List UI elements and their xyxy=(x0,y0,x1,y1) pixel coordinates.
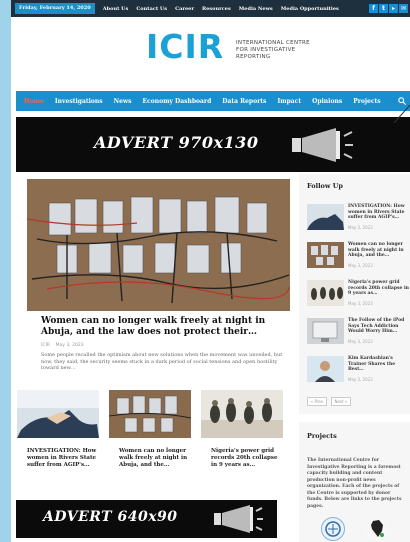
next-button[interactable]: Next » xyxy=(331,397,351,406)
youtube-icon[interactable]: ▸ xyxy=(389,4,398,13)
toplink-media-news[interactable]: Media News xyxy=(239,6,273,12)
card-title[interactable]: Nigeria's power grid records 20th collap… xyxy=(211,448,281,469)
nav-impact[interactable]: Impact xyxy=(277,98,301,105)
prev-button[interactable]: « Prev xyxy=(307,397,327,406)
projects-text: The International Centre for Investigati… xyxy=(307,458,402,509)
sidebar-item-thumbnail xyxy=(307,356,344,382)
nav-projects[interactable]: Projects xyxy=(353,98,380,105)
toplink-resources[interactable]: Resources xyxy=(202,6,231,12)
advert-label: ADVERT 640x90 xyxy=(43,509,178,525)
advert-banner-bottom[interactable]: ADVERT 640x90 xyxy=(16,500,277,538)
sidebar-item[interactable]: INVESTIGATION: How women in Rivers State… xyxy=(307,204,410,234)
sidebar-item-date: May 3, 2023 xyxy=(348,301,373,306)
top-bar: Friday, February 14, 2020 About Us Conta… xyxy=(11,0,410,17)
nav-economy-dashboard[interactable]: Economy Dashboard xyxy=(142,98,211,105)
card-investigation[interactable]: INVESTIGATION: How women in Rivers State… xyxy=(17,390,99,482)
card-image xyxy=(109,390,191,438)
sidebar-item-title[interactable]: Nigeria's power grid records 20th collap… xyxy=(348,280,410,297)
logo-tagline: INTERNATIONAL CENTRE FOR INVESTIGATIVE R… xyxy=(236,40,310,60)
twitter-icon[interactable]: t xyxy=(379,4,388,13)
main-article-title[interactable]: Women can no longer walk freely at night… xyxy=(41,316,291,338)
main-article-image[interactable] xyxy=(27,179,290,311)
main-article-date: May 3, 2023 xyxy=(55,343,84,348)
nav-opinions[interactable]: Opinions xyxy=(312,98,342,105)
advert-banner-top[interactable]: ADVERT 970x130 xyxy=(16,104,410,172)
sidebar-item-thumbnail xyxy=(307,280,344,306)
card-power-grid[interactable]: Nigeria's power grid records 20th collap… xyxy=(201,390,283,482)
sidebar-item-date: May 3, 2023 xyxy=(348,339,373,344)
toplink-about[interactable]: About Us xyxy=(103,6,129,12)
sidebar-item-title[interactable]: INVESTIGATION: How women in Rivers State… xyxy=(348,204,410,221)
date-badge: Friday, February 14, 2020 xyxy=(15,3,95,14)
sidebar-item-title[interactable]: Kim Kardashian's Trainer Shares the Best… xyxy=(348,356,410,373)
sidebar-item-thumbnail xyxy=(307,318,344,344)
email-icon[interactable]: ✉ xyxy=(399,4,408,13)
advert-label: ADVERT 970x130 xyxy=(94,133,259,152)
sidebar-item-title[interactable]: Women can no longer walk freely at night… xyxy=(348,242,410,259)
sidebar-item[interactable]: Kim Kardashian's Trainer Shares the Best… xyxy=(307,356,410,386)
toplink-career[interactable]: Career xyxy=(175,6,194,12)
sidebar-heading: Follow Up xyxy=(307,182,343,190)
sidebar-item-date: May 3, 2023 xyxy=(348,263,373,268)
main-article-meta: ICIR May 3, 2023 xyxy=(41,343,84,348)
nav-home[interactable]: Home xyxy=(24,98,44,105)
site-logo[interactable]: ICIR xyxy=(146,30,224,63)
card-image xyxy=(17,390,99,438)
toplink-media-opportunities[interactable]: Media Opportunities xyxy=(281,6,339,12)
project-logo-1[interactable] xyxy=(321,517,345,541)
nav-investigations[interactable]: Investigations xyxy=(55,98,103,105)
main-article-excerpt: Some people recalled the optimism about … xyxy=(41,352,283,371)
sidebar-item[interactable]: Nigeria's power grid records 20th collap… xyxy=(307,280,410,310)
card-women-abuja[interactable]: Women can no longer walk freely at night… xyxy=(109,390,191,482)
card-image xyxy=(201,390,283,438)
nav-data-reports[interactable]: Data Reports xyxy=(222,98,266,105)
page: Friday, February 14, 2020 About Us Conta… xyxy=(11,0,410,542)
projects-widget: Projects The International Centre for In… xyxy=(299,422,410,542)
sidebar-item-date: May 3, 2023 xyxy=(348,225,373,230)
project-logo-2[interactable] xyxy=(365,517,389,541)
sidebar-item[interactable]: Women can no longer walk freely at night… xyxy=(307,242,410,272)
megaphone-icon xyxy=(290,128,354,162)
sidebar-follow-up: Follow Up INVESTIGATION: How women in Ri… xyxy=(299,174,410,414)
toplink-contact[interactable]: Contact Us xyxy=(136,6,167,12)
megaphone-icon xyxy=(212,505,264,533)
sidebar-item[interactable]: The Follow of the iPod Says Tech Addicti… xyxy=(307,318,410,348)
page-side-bar xyxy=(0,0,11,542)
card-title[interactable]: INVESTIGATION: How women in Rivers State… xyxy=(27,448,97,469)
sidebar-item-thumbnail xyxy=(307,242,344,268)
sidebar-item-date: May 3, 2023 xyxy=(348,377,373,382)
sidebar-item-title[interactable]: The Follow of the iPod Says Tech Addicti… xyxy=(348,318,410,335)
facebook-icon[interactable]: f xyxy=(369,4,378,13)
main-nav: Home Investigations News Economy Dashboa… xyxy=(16,91,410,111)
sidebar-item-thumbnail xyxy=(307,204,344,230)
card-title[interactable]: Women can no longer walk freely at night… xyxy=(119,448,189,469)
nav-news[interactable]: News xyxy=(114,98,132,105)
projects-heading: Projects xyxy=(307,432,337,440)
main-article-author: ICIR xyxy=(41,343,50,348)
